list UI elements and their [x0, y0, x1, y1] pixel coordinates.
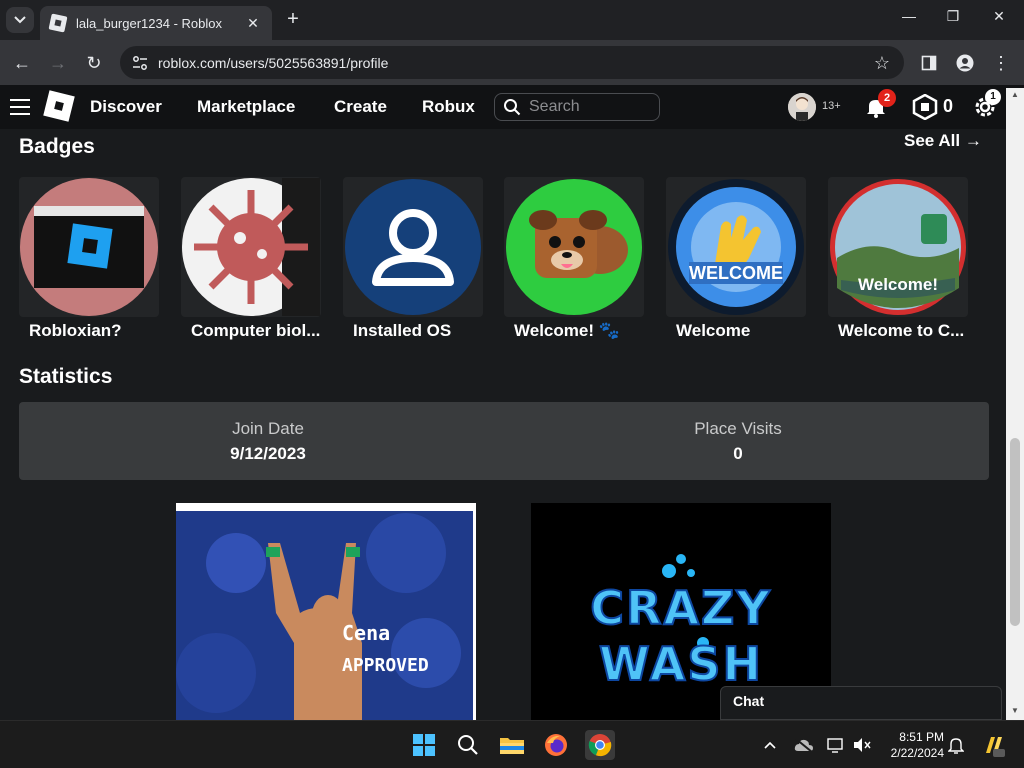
thumbnail-text-2: WASH [598, 636, 763, 692]
minimize-button[interactable]: — [886, 4, 932, 28]
close-tab-icon[interactable]: ✕ [244, 14, 262, 32]
join-date-value: 9/12/2023 [230, 444, 306, 463]
side-panel-icon[interactable] [916, 50, 942, 76]
forward-button[interactable]: → [45, 50, 71, 76]
search-box[interactable] [494, 93, 660, 121]
roblox-logo[interactable] [43, 90, 75, 122]
settings-count-badge: 1 [985, 89, 1001, 105]
window-app-icon [19, 177, 159, 317]
browser-menu-icon[interactable]: ⋮ [988, 50, 1014, 76]
site-info-icon[interactable] [132, 55, 148, 71]
new-tab-button[interactable]: + [282, 8, 304, 30]
notification-bell-icon[interactable] [944, 730, 968, 760]
scrollbar-thumb[interactable] [1010, 438, 1020, 626]
thumbnail-text-1: Cena [342, 621, 391, 645]
reload-button[interactable]: ↻ [81, 50, 107, 76]
page-scrollbar[interactable]: ▲ ▼ [1006, 88, 1024, 720]
address-bar[interactable]: roblox.com/users/5025563891/profile ☆ [120, 46, 904, 79]
svg-text:WELCOME: WELCOME [689, 263, 783, 283]
clock-time: 8:51 PM [899, 730, 944, 744]
profile-icon[interactable] [952, 50, 978, 76]
search-icon[interactable] [453, 730, 483, 760]
search-icon [504, 99, 521, 116]
dog-icon [504, 177, 644, 317]
statistics-box: Join Date 9/12/2023 Place Visits 0 [19, 402, 989, 480]
copilot-icon[interactable] [978, 730, 1008, 760]
clapping-hands-icon: WELCOME [666, 177, 806, 317]
tab-title: lala_burger1234 - Roblox [76, 15, 222, 31]
scroll-down-arrow-icon[interactable]: ▼ [1010, 706, 1020, 715]
windows-taskbar: 8:51 PM 2/22/2024 [0, 720, 1024, 768]
url-text: roblox.com/users/5025563891/profile [158, 54, 389, 71]
browser-tab[interactable]: lala_burger1234 - Roblox ✕ [40, 6, 272, 40]
thumbnail-text-1: CRAZY [589, 580, 772, 636]
cloud-offline-icon[interactable] [791, 730, 817, 760]
see-all-label: See All [904, 131, 961, 150]
nav-discover[interactable]: Discover [90, 97, 162, 117]
roblox-navbar: Discover Marketplace Create Robux 13+ 2 … [0, 85, 1024, 129]
browser-titlebar: lala_burger1234 - Roblox ✕ + — ❐ ✕ [0, 0, 1024, 40]
profile-content: Badges See All → Robloxian? Computer bio… [0, 129, 1006, 720]
search-input[interactable] [529, 98, 649, 116]
back-button[interactable]: ← [9, 50, 35, 76]
svg-text:Welcome!: Welcome! [858, 275, 938, 294]
badge-card[interactable]: Computer biol... [181, 177, 321, 341]
badge-card[interactable]: WELCOME Welcome [666, 177, 806, 341]
age-label: 13+ [822, 100, 841, 112]
user-outline-icon [343, 177, 483, 317]
chrome-icon[interactable] [585, 730, 615, 760]
close-window-button[interactable]: ✕ [976, 4, 1022, 28]
scroll-up-arrow-icon[interactable]: ▲ [1010, 90, 1020, 99]
robux-icon[interactable] [912, 94, 938, 120]
badge-name: Welcome to C... [838, 321, 965, 340]
clock[interactable]: 8:51 PM 2/22/2024 [884, 729, 944, 761]
nav-robux[interactable]: Robux [422, 97, 475, 117]
notification-count-badge: 2 [878, 89, 896, 107]
place-visits-label: Place Visits [694, 419, 782, 438]
see-all-link[interactable]: See All → [904, 131, 982, 151]
join-date-stat: Join Date 9/12/2023 [118, 419, 418, 464]
bookmark-star-icon[interactable]: ☆ [874, 53, 890, 74]
chat-label: Chat [733, 693, 765, 709]
virus-icon [181, 177, 321, 317]
badge-name: Computer biol... [191, 321, 321, 340]
windows-start-icon[interactable] [409, 730, 439, 760]
join-date-label: Join Date [232, 419, 304, 438]
nav-marketplace[interactable]: Marketplace [197, 97, 295, 117]
place-visits-stat: Place Visits 0 [588, 419, 888, 464]
badge-card[interactable]: Installed OS [343, 177, 483, 341]
browser-toolbar: ← → ↻ roblox.com/users/5025563891/profil… [0, 40, 1024, 85]
chevron-up-icon[interactable] [758, 730, 782, 760]
speaker-muted-icon[interactable] [849, 730, 875, 760]
hamburger-menu-icon[interactable] [10, 99, 30, 115]
network-icon[interactable] [823, 730, 849, 760]
badge-name: Welcome [676, 321, 751, 340]
roblox-favicon [48, 13, 68, 33]
tab-search-button[interactable] [6, 7, 34, 33]
landscape-icon: Welcome! [828, 177, 968, 317]
place-visits-value: 0 [733, 444, 743, 463]
badge-card[interactable]: Robloxian? [19, 177, 159, 341]
avatar[interactable] [788, 93, 816, 121]
nav-create[interactable]: Create [334, 97, 387, 117]
robux-balance: 0 [943, 96, 954, 116]
badge-name: Installed OS [353, 321, 452, 340]
firefox-icon[interactable] [541, 730, 571, 760]
badge-name: Welcome! 🐾 [514, 321, 620, 340]
file-explorer-icon[interactable] [497, 730, 527, 760]
clock-date: 2/22/2024 [890, 746, 944, 760]
badges-title: Badges [19, 135, 95, 158]
restore-button[interactable]: ❐ [930, 4, 976, 28]
game-thumbnail[interactable]: Cena APPROVED [176, 503, 476, 720]
badge-card[interactable]: Welcome! Welcome to C... [828, 177, 968, 341]
arrow-right-icon: → [964, 131, 982, 150]
thumbnail-text-2: APPROVED [342, 655, 429, 676]
statistics-title: Statistics [19, 365, 113, 388]
chat-panel[interactable]: Chat [720, 686, 1002, 720]
badge-name: Robloxian? [29, 321, 122, 340]
chevron-down-icon [14, 16, 26, 24]
badge-card[interactable]: Welcome! 🐾 [504, 177, 644, 341]
